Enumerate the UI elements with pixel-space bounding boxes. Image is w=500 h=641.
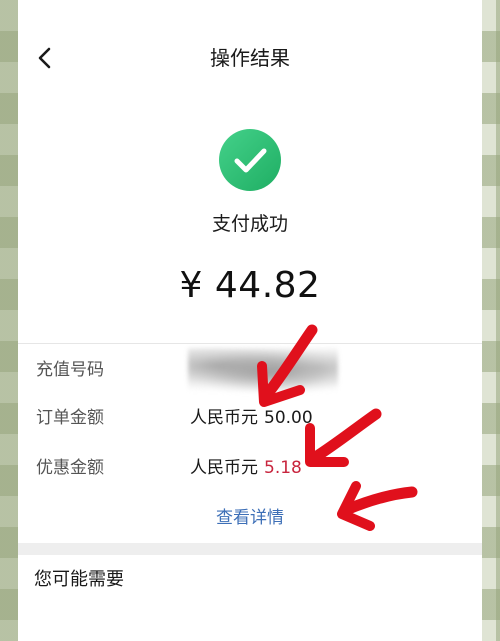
view-details-link[interactable]: 查看详情 — [18, 506, 482, 530]
blurred-phone-number — [188, 348, 338, 392]
detail-row-order-amount: 订单金额 人民币元 50.00 — [36, 404, 466, 432]
paid-amount: ¥ 44.82 — [179, 265, 321, 306]
row-value: 人民币元 5.18 — [190, 454, 302, 482]
currency-label: 人民币元 — [190, 408, 258, 428]
navbar: 操作结果 — [18, 18, 482, 98]
order-amount: 50.00 — [264, 408, 313, 428]
divider — [18, 343, 482, 344]
currency-label: 人民币元 — [190, 458, 258, 478]
detail-row-recharge-number: 充值号码 — [36, 348, 466, 392]
section-separator — [18, 543, 482, 555]
recommend-section-title: 您可能需要 — [34, 569, 124, 590]
page-title: 操作结果 — [210, 46, 290, 70]
row-value: 人民币元 50.00 — [190, 404, 313, 432]
check-circle-icon — [218, 128, 282, 192]
row-label: 优惠金额 — [36, 458, 104, 478]
detail-row-discount-amount: 优惠金额 人民币元 5.18 — [36, 454, 466, 482]
row-label: 充值号码 — [36, 360, 104, 380]
phone-screen: 操作结果 支付成功 ¥ 44.82 充值号码 订单金额 人民币元 50.00 优惠… — [18, 0, 482, 641]
row-label: 订单金额 — [36, 408, 104, 428]
discount-amount: 5.18 — [264, 458, 302, 478]
payment-status: 支付成功 — [211, 213, 288, 235]
